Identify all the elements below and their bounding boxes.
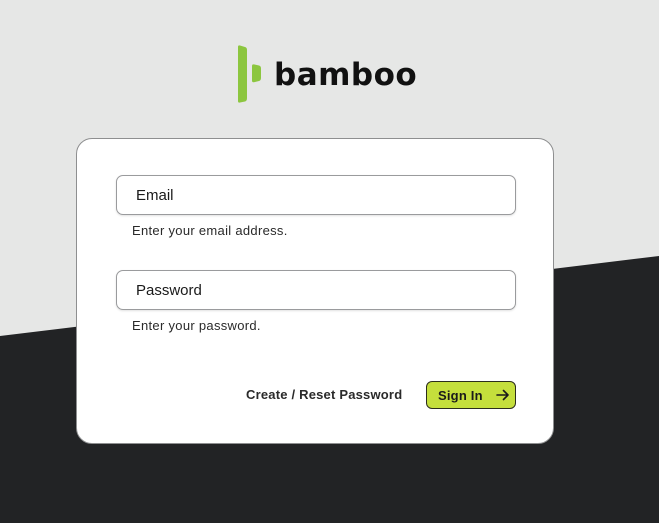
email-field[interactable] bbox=[117, 176, 515, 214]
sign-in-button[interactable]: Sign In bbox=[426, 381, 516, 409]
password-help-text: Enter your password. bbox=[132, 318, 261, 333]
login-card: Enter your email address. Enter your pas… bbox=[76, 138, 554, 444]
brand-name: bamboo bbox=[274, 56, 418, 93]
sign-in-label: Sign In bbox=[438, 387, 483, 403]
bamboo-mark-icon bbox=[238, 45, 261, 103]
email-help-text: Enter your email address. bbox=[132, 223, 288, 238]
brand-logo: bamboo bbox=[236, 44, 417, 104]
create-reset-password-link[interactable]: Create / Reset Password bbox=[246, 387, 402, 402]
email-field-container bbox=[116, 175, 516, 215]
password-field[interactable] bbox=[117, 271, 515, 309]
arrow-right-icon bbox=[495, 389, 509, 401]
password-field-container bbox=[116, 270, 516, 310]
